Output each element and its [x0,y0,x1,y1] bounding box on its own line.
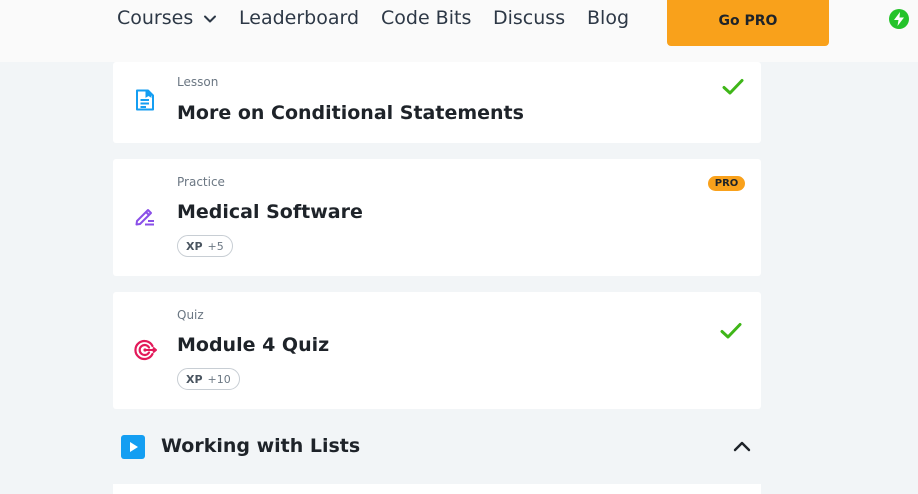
xp-badge: XP +5 [177,235,233,257]
quiz-type-label: Quiz [177,308,204,322]
quiz-title: Module 4 Quiz [177,334,330,356]
pro-badge: PRO [708,176,745,191]
quiz-card[interactable]: Quiz Module 4 Quiz XP +10 [113,292,761,409]
next-lesson-card[interactable] [113,484,761,494]
top-nav-bar: Courses Leaderboard Code Bits Discuss Bl… [0,0,918,62]
xp-badge: XP +10 [177,368,240,390]
lesson-type-label: Lesson [177,75,219,89]
section-title: Working with Lists [161,435,361,457]
chevron-up-icon[interactable] [733,439,751,453]
lightning-icon[interactable] [889,9,909,29]
lesson-card[interactable]: Lesson More on Conditional Statements [113,62,761,143]
xp-value: +5 [207,239,224,253]
nav-discuss[interactable]: Discuss [493,7,565,29]
nav-courses[interactable]: Courses [117,7,217,29]
pencil-edit-icon [135,209,154,226]
practice-type-label: Practice [177,175,225,189]
xp-value: +10 [207,372,231,386]
play-icon [121,435,145,459]
nav-code-bits[interactable]: Code Bits [381,7,471,29]
target-icon [134,339,157,361]
xp-label: XP [186,239,203,253]
nav-leaderboard[interactable]: Leaderboard [239,7,359,29]
nav-blog[interactable]: Blog [587,7,629,29]
go-pro-button[interactable]: Go PRO [667,0,829,46]
check-icon [722,79,744,95]
lesson-title: More on Conditional Statements [177,102,524,124]
xp-label: XP [186,372,203,386]
check-icon [720,323,742,339]
practice-title: Medical Software [177,201,363,223]
nav-courses-label: Courses [117,7,194,29]
section-header-working-with-lists[interactable]: Working with Lists [113,425,761,469]
document-icon [136,89,154,111]
chevron-down-icon [204,15,217,23]
practice-card[interactable]: Practice Medical Software PRO XP +5 [113,159,761,276]
